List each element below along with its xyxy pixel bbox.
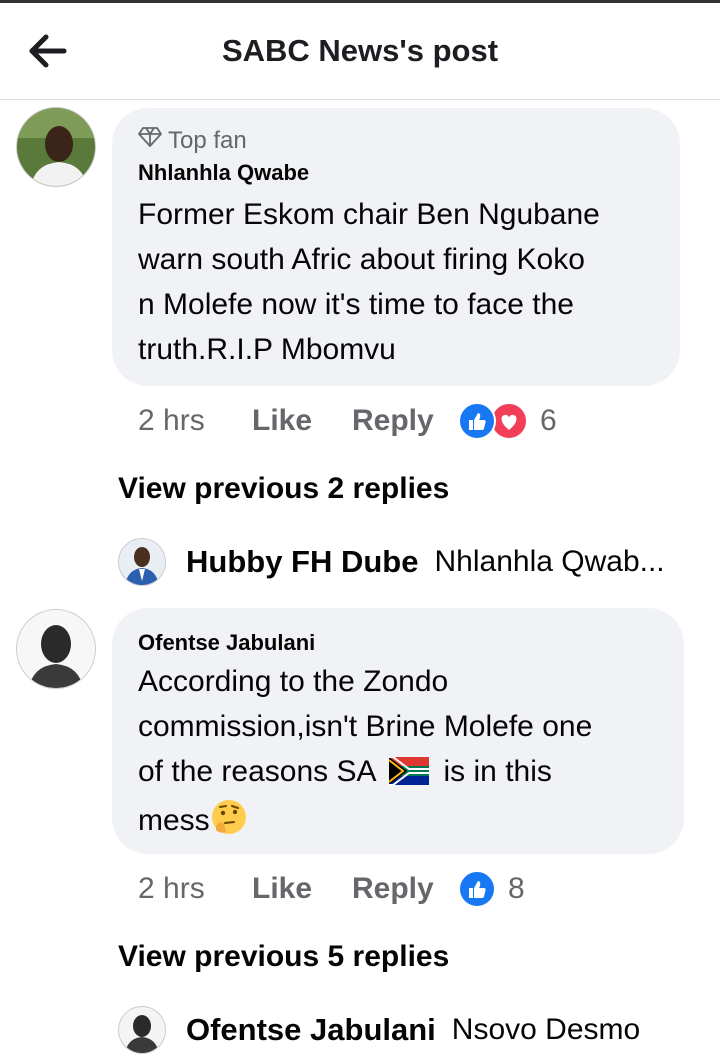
timestamp[interactable]: 2 hrs — [138, 404, 252, 438]
comment-text-segment: of the reasons SA — [138, 755, 375, 788]
comment-text: According to the Zondo commission,isn't … — [138, 659, 664, 849]
reactions-summary[interactable]: 8 — [458, 870, 525, 908]
diamond-icon — [138, 126, 162, 155]
latest-reply-row[interactable]: Ofentse Jabulani Nsovo Desmo — [118, 1006, 640, 1054]
comment-line: commission,isn't Brine Molefe one — [138, 710, 593, 743]
comment-line: warn south Afric about firing Koko — [138, 243, 585, 276]
like-button[interactable]: Like — [252, 872, 352, 906]
page-title: SABC News's post — [221, 33, 499, 68]
comment-actions: 2 hrs Like Reply 6 — [138, 402, 557, 440]
like-reaction-icon — [458, 870, 496, 908]
latest-reply-row[interactable]: Hubby FH Dube Nhlanhla Qwab... — [118, 538, 665, 586]
timestamp[interactable]: 2 hrs — [138, 872, 252, 906]
comment-actions: 2 hrs Like Reply 8 — [138, 870, 525, 908]
comment-line: truth.R.I.P Mbomvu — [138, 333, 396, 366]
top-fan-label: Top fan — [168, 126, 247, 154]
view-previous-replies[interactable]: View previous 5 replies — [118, 940, 449, 974]
reply-author[interactable]: Ofentse Jabulani — [186, 1012, 436, 1048]
reply-preview-text: Nsovo Desmo — [451, 1013, 641, 1046]
reaction-count: 6 — [540, 404, 557, 437]
header-bar: SABC News's post — [0, 3, 720, 100]
commenter-name[interactable]: Nhlanhla Qwabe — [138, 160, 309, 186]
reactions-summary[interactable]: 6 — [458, 402, 557, 440]
south-africa-flag-icon — [388, 753, 430, 798]
like-button[interactable]: Like — [252, 404, 352, 438]
avatar[interactable] — [16, 609, 96, 689]
avatar[interactable] — [118, 1006, 166, 1054]
comment-bubble: Top fan Nhlanhla Qwabe Former Eskom chai… — [112, 108, 680, 386]
comment-bubble: Ofentse Jabulani According to the Zondo … — [112, 608, 684, 854]
thinking-face-icon — [210, 798, 248, 849]
comment-line: mess — [138, 798, 664, 849]
view-previous-replies[interactable]: View previous 2 replies — [118, 472, 449, 506]
comment-line: According to the Zondo — [138, 665, 449, 698]
commenter-name[interactable]: Ofentse Jabulani — [138, 630, 315, 656]
top-fan-badge: Top fan — [138, 126, 247, 155]
comment-line: n Molefe now it's time to face the — [138, 288, 574, 321]
reply-button[interactable]: Reply — [352, 872, 458, 906]
reply-button[interactable]: Reply — [352, 404, 458, 438]
avatar[interactable] — [118, 538, 166, 586]
comment-line: Former Eskom chair Ben Ngubane — [138, 198, 600, 231]
reaction-count: 8 — [508, 872, 525, 905]
like-reaction-icon — [458, 402, 496, 440]
comment-line: of the reasons SA is in this — [138, 749, 664, 798]
comment-text: Former Eskom chair Ben Ngubane warn sout… — [138, 192, 660, 372]
avatar[interactable] — [16, 107, 96, 187]
reply-author[interactable]: Hubby FH Dube — [186, 544, 419, 580]
reply-preview-text: Nhlanhla Qwab... — [434, 545, 665, 578]
comment-text-segment: is in this — [443, 755, 552, 788]
comment-text-segment: mess — [138, 804, 210, 837]
